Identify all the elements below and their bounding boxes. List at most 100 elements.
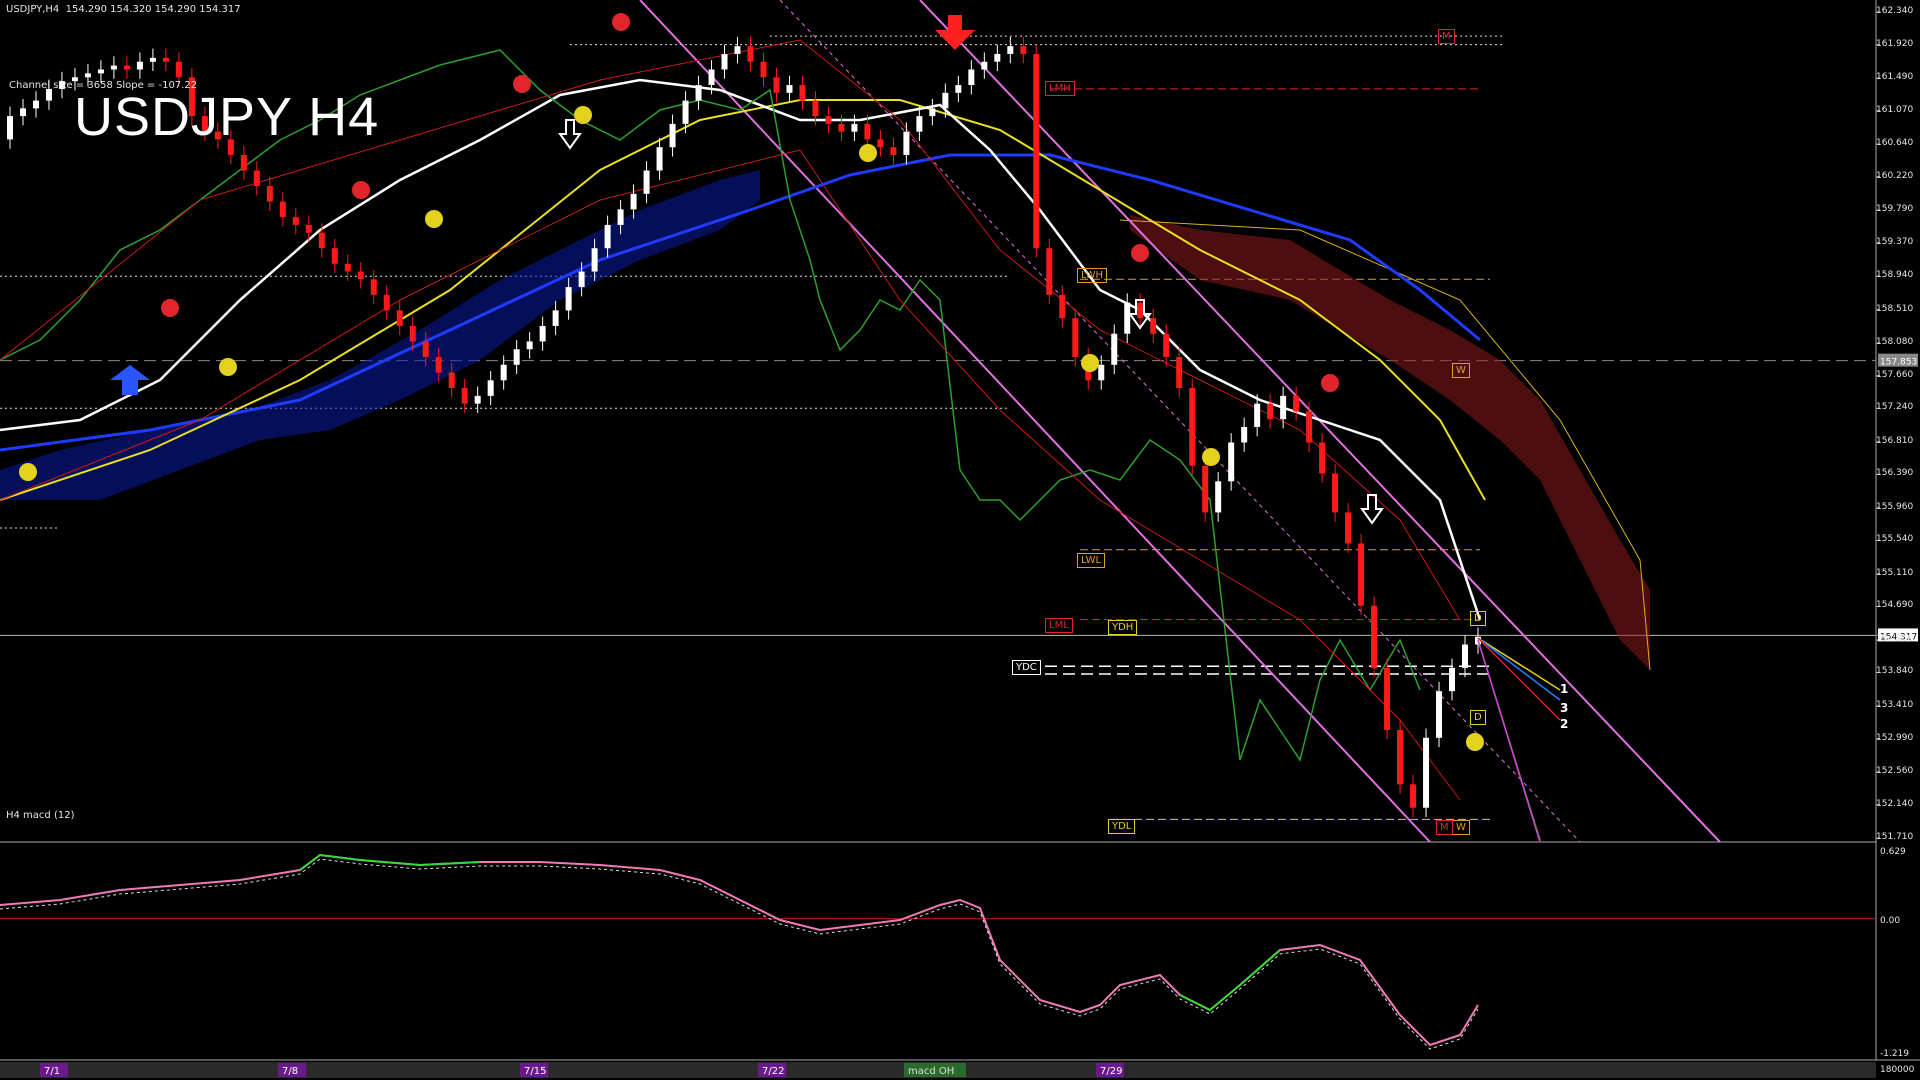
candle-body (617, 209, 624, 225)
macd-tick: -1.219 (1880, 1049, 1909, 1059)
candle-body (786, 85, 793, 93)
projection-label: 2 (1560, 717, 1568, 731)
symbol-header: USDJPY,H4 154.290 154.320 154.290 154.31… (6, 4, 241, 15)
candle-body (1007, 46, 1014, 54)
buy-signal-icon (859, 144, 877, 162)
candle-body (1072, 318, 1079, 358)
candle-body (19, 108, 26, 117)
candle-body (1436, 691, 1443, 738)
candle-body (1293, 395, 1300, 412)
candle-body (773, 77, 780, 93)
candle-body (1228, 442, 1235, 482)
bottom-tab[interactable]: macd OH (908, 1066, 954, 1077)
candle-body (370, 279, 377, 295)
price-tick: 158.940 (1876, 270, 1914, 281)
candle-body (123, 65, 130, 70)
candle-body (539, 325, 546, 342)
candle-body (422, 341, 429, 358)
candle-body (266, 186, 273, 202)
price-tick: 161.490 (1876, 72, 1914, 83)
candle-body (162, 57, 169, 62)
candle-body (357, 271, 364, 280)
price-tick: 152.140 (1876, 798, 1914, 809)
candle-body (903, 131, 910, 155)
macd-line (0, 853, 1479, 1047)
candle-body (1423, 737, 1430, 808)
candle-body (513, 349, 520, 365)
candle-body (942, 92, 949, 109)
level-label: D (1470, 611, 1486, 626)
price-tick: 159.370 (1876, 236, 1914, 247)
candle-body (1124, 302, 1131, 334)
price-tick: 161.920 (1876, 38, 1914, 49)
level-label: LWH (1077, 268, 1108, 283)
price-tick: 158.510 (1876, 303, 1914, 314)
candle-body (916, 116, 923, 132)
hline-price-tag: 157.853 (1880, 358, 1917, 368)
candle-body (695, 85, 702, 101)
price-tick: 152.560 (1876, 765, 1914, 776)
candle-body (825, 116, 832, 124)
macd-tick: 0.00 (1880, 916, 1900, 926)
candle-body (1449, 667, 1456, 692)
candle-body (877, 139, 884, 148)
level-label: M (1438, 29, 1455, 44)
buy-signal-icon (219, 358, 237, 376)
candle-body (149, 57, 156, 62)
candle-body (292, 217, 299, 225)
candle-body (812, 100, 819, 117)
candle-body (1150, 318, 1157, 334)
candle-body (1254, 403, 1261, 427)
price-chart[interactable]: 154.317157.8531320.6290.00-1.2191800007/… (0, 0, 1920, 1080)
price-tick: 156.810 (1876, 435, 1914, 446)
macd-line-up (299, 853, 481, 871)
level-label: LWL (1077, 553, 1106, 568)
candle-body (1319, 442, 1326, 474)
candle-body (929, 108, 936, 117)
level-label: YDL (1108, 819, 1136, 834)
candle-body (630, 193, 637, 210)
candle-body (409, 325, 416, 342)
price-tick: 160.640 (1876, 138, 1914, 149)
buy-signal-icon (1466, 733, 1484, 751)
candle-body (747, 46, 754, 62)
candle-body (318, 232, 325, 249)
level-label: YDH (1108, 620, 1138, 635)
candle-body (1345, 512, 1352, 544)
candle-body (578, 271, 585, 288)
candle-body (890, 147, 897, 155)
candle-body (500, 364, 507, 381)
candle-body (461, 388, 468, 404)
price-tick: 162.340 (1876, 6, 1914, 16)
buy-signal-icon (19, 463, 37, 481)
price-tick: 159.790 (1876, 204, 1914, 215)
price-tick: 161.070 (1876, 104, 1914, 115)
candle-body (344, 263, 351, 272)
price-tick: 158.080 (1876, 337, 1914, 348)
candle-body (838, 123, 845, 132)
candle-body (565, 287, 572, 311)
price-tick: 155.540 (1876, 534, 1914, 545)
candle-body (552, 310, 559, 326)
candle-body (435, 357, 442, 373)
sell-signal-icon (161, 299, 179, 317)
candle-body (1462, 644, 1469, 668)
date-tick: 7/29 (1100, 1066, 1122, 1077)
candle-body (1241, 426, 1248, 443)
chart-stage: 154.317 157.853 1 3 2 0.629 0.00 -1.219 180000 7/… (0, 0, 1920, 1080)
candle-body (955, 85, 962, 93)
buy-signal-icon (1081, 354, 1099, 372)
candle-body (864, 123, 871, 140)
price-tick: 155.110 (1876, 567, 1914, 578)
candle-body (448, 372, 455, 389)
date-tick: 7/15 (524, 1066, 546, 1077)
candle-body (331, 248, 338, 264)
candle-body (656, 147, 663, 171)
candle-body (851, 123, 858, 132)
sell-signal-icon (513, 75, 531, 93)
candle-body (734, 46, 741, 54)
candle-body (669, 123, 676, 148)
candle-body (97, 69, 104, 74)
candle-body (1137, 302, 1144, 319)
candle-body (1046, 248, 1053, 295)
